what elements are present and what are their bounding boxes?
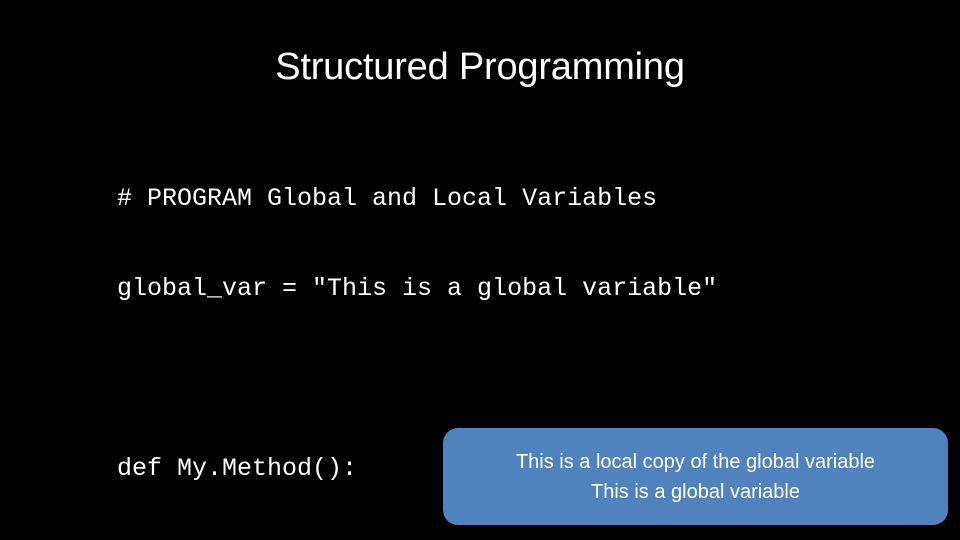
program-output-box: This is a local copy of the global varia… xyxy=(443,428,948,525)
page-title: Structured Programming xyxy=(275,46,685,88)
output-line: This is a global variable xyxy=(591,480,800,503)
code-line: # PROGRAM Global and Local Variables xyxy=(117,184,658,213)
code-line: global_var = "This is a global variable" xyxy=(117,274,718,303)
output-line: This is a local copy of the global varia… xyxy=(515,450,876,473)
slide-canvas: Structured Programming # PROGRAM Global … xyxy=(0,0,960,540)
